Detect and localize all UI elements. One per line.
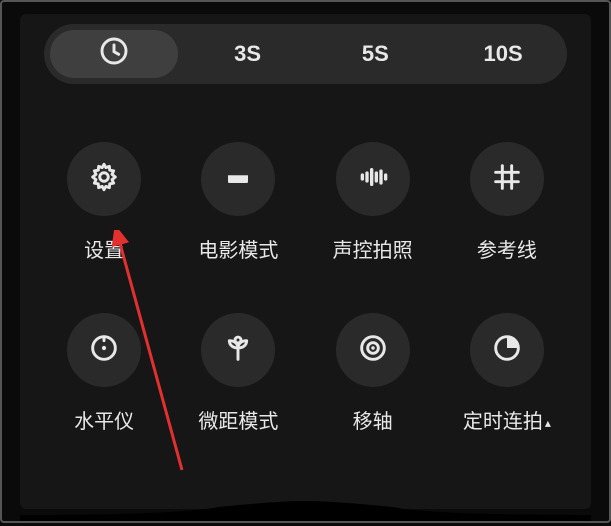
- timer-option-3s[interactable]: 3S: [184, 24, 312, 84]
- icon-container: [470, 313, 544, 387]
- grid-icon: [491, 161, 523, 198]
- icon-container: [201, 313, 275, 387]
- icon-container: [336, 313, 410, 387]
- timer-label: 10S: [484, 41, 523, 67]
- tiltshift-icon: [357, 332, 389, 369]
- tilt-shift-button[interactable]: 移轴: [311, 313, 435, 434]
- level-button[interactable]: 水平仪: [42, 313, 166, 434]
- settings-button[interactable]: 设置: [42, 142, 166, 263]
- macro-icon: [222, 332, 254, 369]
- interval-icon: [491, 332, 523, 369]
- grid-item-label: 定时连拍▴: [463, 405, 551, 434]
- icon-container: [470, 142, 544, 216]
- grid-item-label: 移轴: [353, 405, 393, 434]
- timer-label: 5S: [362, 41, 389, 67]
- grid-lines-button[interactable]: 参考线: [445, 142, 569, 263]
- icon-container: [67, 142, 141, 216]
- grid-item-label: 设置: [84, 234, 124, 263]
- timer-option-off[interactable]: [50, 30, 178, 78]
- grid-item-label: 声控拍照: [333, 234, 413, 263]
- grid-item-label: 电影模式: [198, 234, 278, 263]
- icon-container: [336, 142, 410, 216]
- voice-photo-button[interactable]: 声控拍照: [311, 142, 435, 263]
- timer-option-10s[interactable]: 10S: [439, 24, 567, 84]
- settings-grid: 设置 电影模式: [36, 142, 575, 434]
- settings-panel: 3S 5S 10S 设置: [20, 14, 591, 509]
- voice-icon: [357, 161, 389, 198]
- grid-item-label: 微距模式: [198, 405, 278, 434]
- bottom-notch: [20, 501, 591, 521]
- timer-option-5s[interactable]: 5S: [312, 24, 440, 84]
- timer-label: 3S: [234, 41, 261, 67]
- clock-icon: [98, 35, 130, 73]
- icon-container: [67, 313, 141, 387]
- gear-icon: [88, 161, 120, 198]
- macro-mode-button[interactable]: 微距模式: [176, 313, 300, 434]
- timer-segmented-control: 3S 5S 10S: [44, 24, 567, 84]
- grid-item-label: 参考线: [477, 234, 537, 263]
- level-icon: [88, 332, 120, 369]
- interval-shooting-button[interactable]: 定时连拍▴: [445, 313, 569, 434]
- grid-item-label: 水平仪: [74, 405, 134, 434]
- cinema-mode-button[interactable]: 电影模式: [176, 142, 300, 263]
- icon-container: [201, 142, 275, 216]
- cinema-icon: [222, 161, 254, 198]
